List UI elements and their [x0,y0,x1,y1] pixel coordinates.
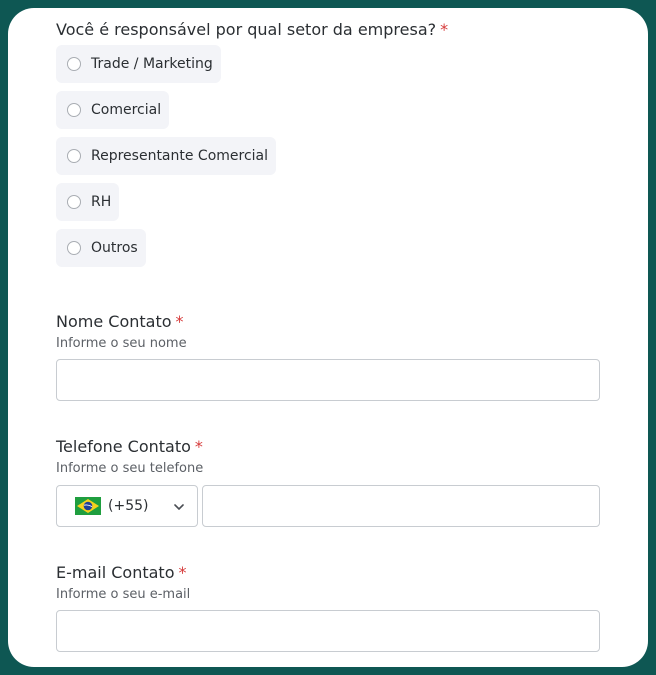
contact-phone-label-text: Telefone Contato [56,437,191,456]
contact-phone-input[interactable] [202,485,600,527]
contact-email-help: Informe o seu e-mail [56,587,191,602]
option-comercial[interactable]: Comercial [56,91,170,129]
sector-question-text: Você é responsável por qual setor da emp… [56,20,437,39]
option-outros[interactable]: Outros [56,229,146,267]
radio-button[interactable] [67,195,81,209]
contact-name-help: Informe o seu nome [56,336,187,351]
option-label: Representante Comercial [91,148,269,164]
contact-name-label-text: Nome Contato [56,312,172,331]
option-label: Comercial [91,102,162,118]
option-label: Trade / Marketing [91,56,213,72]
contact-phone-help: Informe o seu telefone [56,461,204,476]
option-trade-marketing[interactable]: Trade / Marketing [56,45,221,83]
option-label: RH [91,194,112,210]
form-card: Você é responsável por qual setor da emp… [8,8,648,667]
option-representante-comercial[interactable]: Representante Comercial [56,137,277,175]
required-mark: * [440,20,449,39]
country-code: (+55) [108,498,149,514]
contact-email-label-text: E-mail Contato [56,563,175,582]
brazil-flag-icon [75,497,101,515]
radio-button[interactable] [67,103,81,117]
chevron-down-icon [174,504,184,510]
required-mark: * [194,437,203,456]
contact-name-label: Nome Contato * [56,311,184,333]
sector-question-label: Você é responsável por qual setor da emp… [56,19,448,41]
contact-phone-label: Telefone Contato * [56,436,203,458]
contact-email-label: E-mail Contato * [56,562,187,584]
radio-button[interactable] [67,241,81,255]
radio-button[interactable] [67,149,81,163]
country-code-select[interactable]: (+55) [56,485,198,527]
radio-button[interactable] [67,57,81,71]
required-mark: * [178,563,187,582]
contact-name-input[interactable] [56,359,600,401]
required-mark: * [175,312,184,331]
option-rh[interactable]: RH [56,183,120,221]
option-label: Outros [91,240,138,256]
contact-email-input[interactable] [56,610,600,652]
